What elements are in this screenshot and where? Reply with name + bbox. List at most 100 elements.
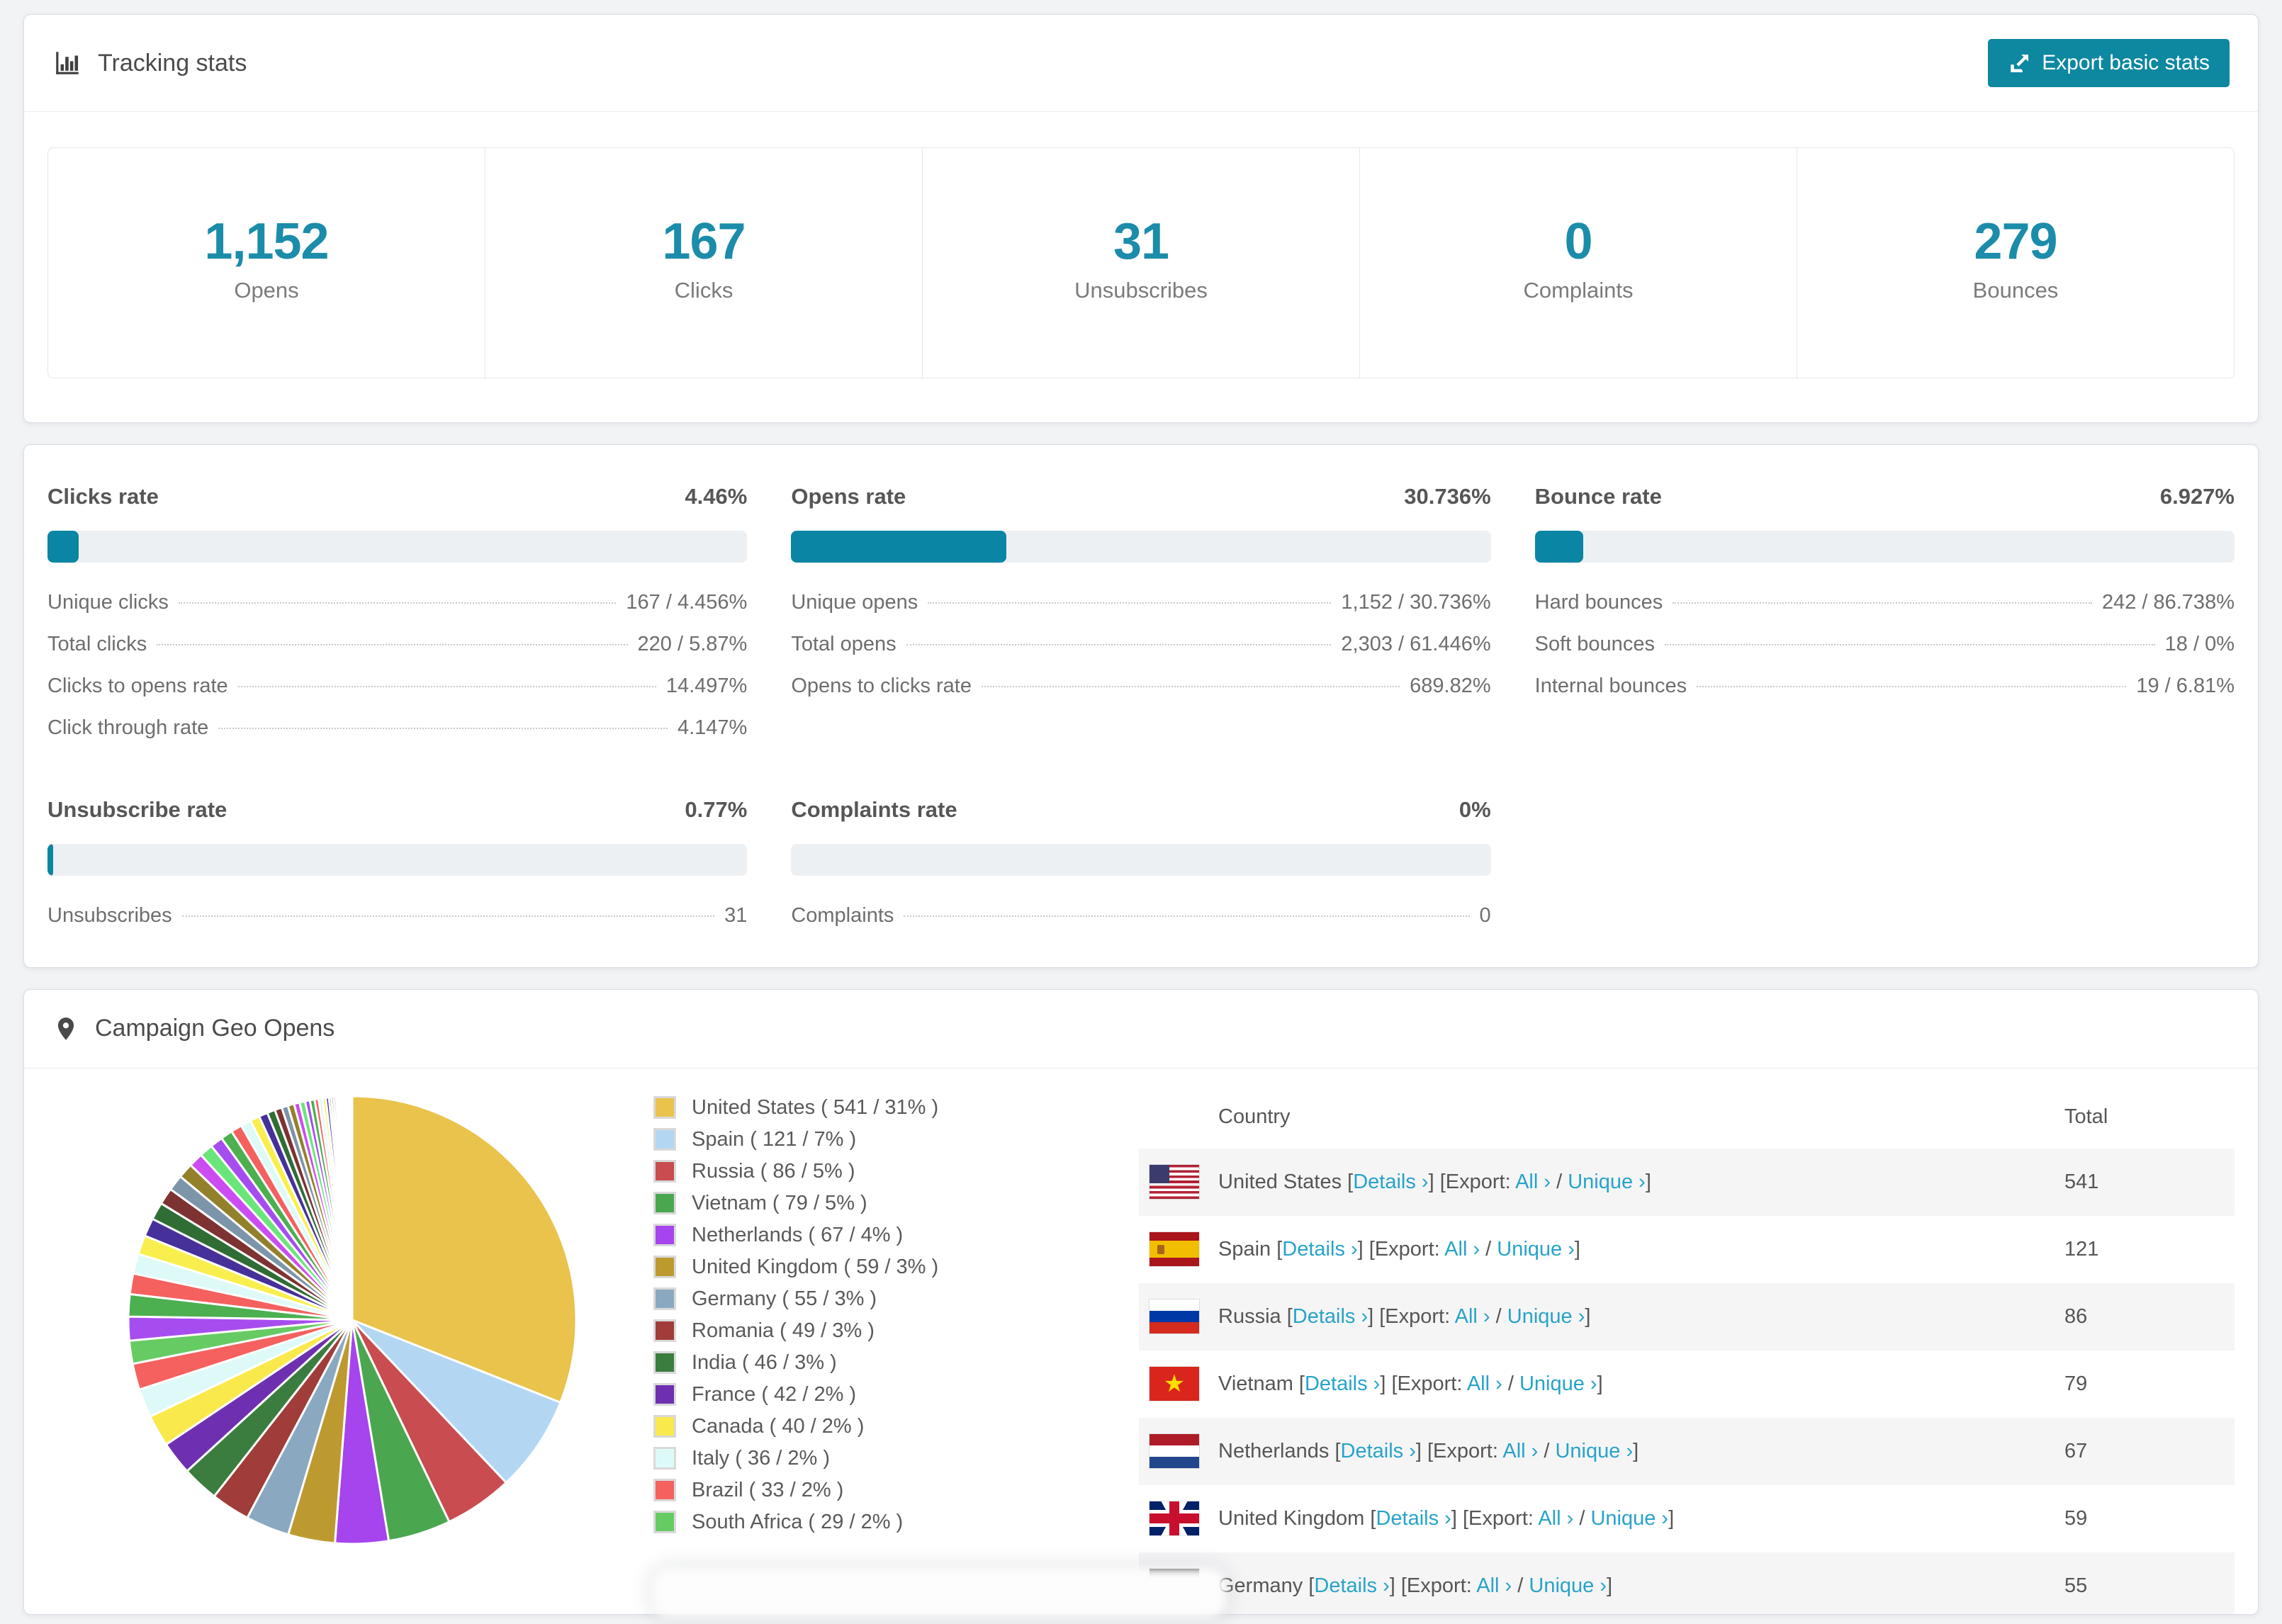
- stat-complaints: 0 Complaints: [1359, 148, 1797, 378]
- geo-opens-title: Campaign Geo Opens: [52, 1014, 335, 1044]
- export-all-link[interactable]: All ›: [1467, 1372, 1502, 1395]
- export-all-link[interactable]: All ›: [1455, 1305, 1490, 1328]
- dotted-leader: [157, 643, 628, 645]
- country-cell: United Kingdom [Details ›] [Export: All …: [1218, 1507, 2064, 1530]
- legend-label: Germany ( 55 / 3% ): [692, 1287, 877, 1310]
- legend-swatch: [653, 1192, 676, 1215]
- dotted-leader: [1664, 643, 2155, 645]
- country-cell: Russia [Details ›] [Export: All › / Uniq…: [1218, 1305, 2064, 1329]
- pie-chart-svg: [127, 1095, 578, 1545]
- table-row: Germany [Details ›] [Export: All › / Uni…: [1139, 1552, 2235, 1614]
- metric-value: 1,152 / 30.736%: [1341, 590, 1491, 614]
- country-cell: United States [Details ›] [Export: All ›…: [1218, 1171, 2064, 1194]
- legend-label: United States ( 541 / 31% ): [692, 1095, 939, 1119]
- dotted-leader: [1673, 602, 2092, 604]
- geo-opens-card: Campaign Geo Opens United States ( 541 /…: [23, 988, 2259, 1615]
- metric-value: 4.147%: [677, 716, 748, 739]
- legend-swatch: [653, 1479, 676, 1502]
- country-cell: Spain [Details ›] [Export: All › / Uniqu…: [1218, 1238, 2064, 1261]
- column-header-total: Total: [2064, 1105, 2108, 1129]
- tracking-stats-card: Tracking stats Export basic stats 1,152 …: [23, 14, 2259, 423]
- rate-value: 30.736%: [1404, 483, 1491, 509]
- metric-value: 19 / 6.81%: [2136, 674, 2235, 697]
- legend-swatch: [653, 1287, 676, 1311]
- details-link[interactable]: Details ›: [1314, 1574, 1389, 1597]
- legend-item: India ( 46 / 3% ): [653, 1351, 1040, 1375]
- export-label: ] [Export:: [1380, 1372, 1467, 1395]
- stat-clicks-value: 167: [662, 213, 746, 270]
- export-all-link[interactable]: All ›: [1444, 1238, 1480, 1261]
- legend-item: Russia ( 86 / 5% ): [653, 1160, 1040, 1183]
- legend-item: South Africa ( 29 / 2% ): [653, 1511, 1040, 1534]
- metric-label: Total clicks: [47, 632, 147, 655]
- rate-title: Bounce rate: [1534, 483, 1662, 509]
- table-row: United States [Details ›] [Export: All ›…: [1139, 1148, 2235, 1216]
- legend-swatch: [653, 1096, 676, 1120]
- rate-title: Clicks rate: [47, 483, 159, 509]
- country-name: United States: [1218, 1170, 1348, 1193]
- legend-swatch: [653, 1319, 676, 1343]
- bracket: ]: [1668, 1506, 1675, 1530]
- country-total: 541: [2064, 1170, 2099, 1193]
- metric-value: 14.497%: [665, 674, 748, 697]
- separator: /: [1538, 1439, 1556, 1462]
- country-name: United Kingdom: [1218, 1506, 1371, 1530]
- section-title: Campaign Geo Opens: [95, 1015, 335, 1042]
- stat-opens-value: 1,152: [204, 213, 329, 270]
- progress-bar: [47, 530, 748, 563]
- progress-fill: [47, 530, 79, 563]
- legend-label: Netherlands ( 67 / 4% ): [692, 1223, 904, 1246]
- bounce-rate-panel: Bounce rate 6.927% Hard bounces 242 / 86.…: [1534, 483, 2235, 758]
- flag-ru-icon: [1150, 1299, 1199, 1334]
- geo-table-rows: United States [Details ›] [Export: All ›…: [1139, 1148, 2235, 1614]
- export-all-link[interactable]: All ›: [1502, 1440, 1538, 1462]
- flag-nl-icon: [1150, 1434, 1199, 1469]
- export-label: ] [Export:: [1428, 1170, 1516, 1193]
- rate-value: 4.46%: [685, 483, 748, 509]
- metric-label: Unsubscribes: [47, 903, 172, 927]
- details-link[interactable]: Details ›: [1341, 1440, 1416, 1462]
- metric-label: Internal bounces: [1534, 674, 1687, 697]
- country-total: 59: [2064, 1506, 2088, 1530]
- details-link[interactable]: Details ›: [1293, 1305, 1368, 1328]
- legend-label: France ( 42 / 2% ): [692, 1382, 857, 1406]
- export-basic-stats-button[interactable]: Export basic stats: [1988, 39, 2230, 87]
- export-unique-link[interactable]: Unique ›: [1497, 1238, 1575, 1261]
- export-all-link[interactable]: All ›: [1538, 1507, 1573, 1530]
- details-link[interactable]: Details ›: [1305, 1372, 1380, 1395]
- rate-value: 6.927%: [2159, 483, 2235, 509]
- metric-label: Unique clicks: [47, 590, 169, 614]
- details-link[interactable]: Details ›: [1282, 1238, 1357, 1261]
- rate-title: Unsubscribe rate: [47, 796, 227, 822]
- details-link[interactable]: Details ›: [1376, 1507, 1451, 1530]
- dotted-leader: [218, 727, 668, 729]
- stat-unsubscribes-label: Unsubscribes: [1074, 277, 1208, 303]
- stat-unsubscribes: 31 Unsubscribes: [922, 148, 1359, 378]
- rate-value: 0%: [1458, 796, 1491, 822]
- export-unique-link[interactable]: Unique ›: [1507, 1305, 1585, 1328]
- legend-item: Brazil ( 33 / 2% ): [653, 1479, 1040, 1502]
- legend-item: France ( 42 / 2% ): [653, 1383, 1040, 1406]
- export-all-link[interactable]: All ›: [1476, 1574, 1512, 1597]
- export-unique-link[interactable]: Unique ›: [1590, 1507, 1668, 1530]
- dotted-leader: [981, 685, 1400, 687]
- export-unique-link[interactable]: Unique ›: [1568, 1171, 1646, 1193]
- bottom-scrollbar[interactable]: [652, 1567, 1226, 1618]
- export-unique-link[interactable]: Unique ›: [1519, 1372, 1597, 1395]
- flag-us-icon: [1150, 1165, 1199, 1200]
- bracket: ]: [1645, 1170, 1651, 1193]
- export-all-link[interactable]: All ›: [1515, 1171, 1551, 1193]
- details-link[interactable]: Details ›: [1353, 1171, 1428, 1193]
- export-unique-link[interactable]: Unique ›: [1529, 1574, 1607, 1597]
- export-label: ] [Export:: [1451, 1506, 1539, 1530]
- unsubscribe-rate-panel: Unsubscribe rate 0.77% Unsubscribes 31: [47, 796, 748, 946]
- rate-title: Opens rate: [791, 483, 906, 509]
- export-unique-link[interactable]: Unique ›: [1555, 1440, 1633, 1462]
- flag-gb-icon: [1150, 1501, 1199, 1536]
- legend-item: Romania ( 49 / 3% ): [653, 1319, 1040, 1343]
- clicks-rate-panel: Clicks rate 4.46% Unique clicks 167 / 4.4…: [47, 483, 748, 758]
- country-name: Germany: [1218, 1574, 1309, 1597]
- legend-item: Vietnam ( 79 / 5% ): [653, 1192, 1040, 1215]
- dotted-leader: [906, 643, 1332, 645]
- opens-rate-panel: Opens rate 30.736% Unique opens 1,152 / 3…: [791, 483, 1491, 758]
